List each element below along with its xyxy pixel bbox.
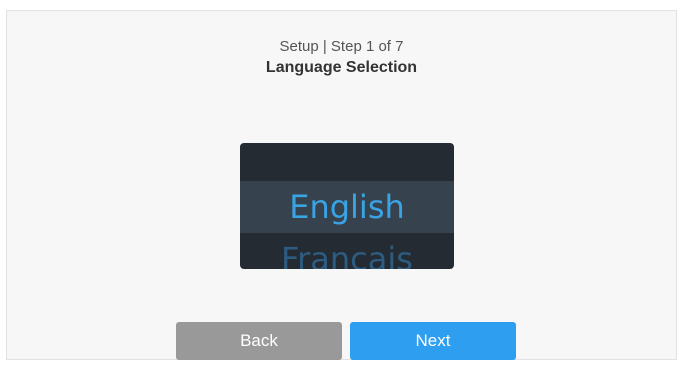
next-button[interactable]: Next [350,322,516,360]
page-title: Language Selection [265,59,418,76]
setup-screen: Setup | Step 1 of 7 Language Selection E… [6,10,677,360]
back-button[interactable]: Back [176,322,342,360]
step-indicator: Setup | Step 1 of 7 [279,38,404,55]
setup-header: Setup | Step 1 of 7 Language Selection [7,37,676,79]
language-picker[interactable]: English Français [240,143,454,269]
language-option-selected[interactable]: English [240,181,454,233]
language-option-next[interactable]: Français [240,233,454,269]
